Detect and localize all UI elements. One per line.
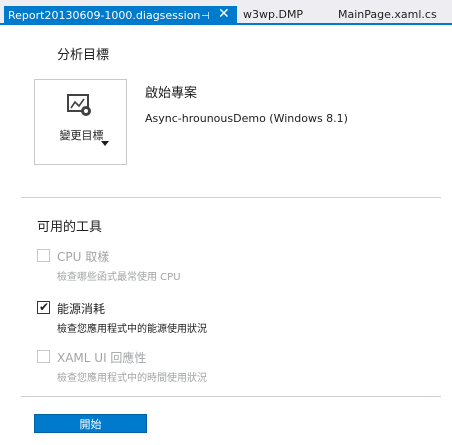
chart-gear-icon	[67, 94, 91, 116]
analysis-target-heading: 分析目標	[57, 48, 110, 63]
cpu-sampling-checkbox	[37, 249, 50, 262]
tool-description: 檢查哪些函式最常使用 CPU	[57, 272, 181, 283]
change-target-button[interactable]: 變更目標	[34, 79, 127, 165]
startup-project-title: 啟始專案	[145, 86, 198, 101]
tool-title: 能源消耗	[57, 302, 106, 316]
start-button[interactable]: 開始	[34, 414, 147, 433]
change-target-label: 變更目標	[59, 129, 104, 142]
section-divider	[21, 396, 441, 397]
tab-w3wp-dmp[interactable]: w3wp.DMP	[243, 6, 303, 23]
section-divider	[21, 197, 441, 198]
diagnostics-hub-page: 分析目標 變更目標 啟始專案 Async-hrounousDemo (Windo…	[0, 27, 452, 445]
tool-description: 檢查您應用程式中的能源使用狀況	[57, 324, 207, 335]
tab-label: w3wp.DMP	[243, 8, 304, 21]
available-tools-heading: 可用的工具	[37, 220, 103, 235]
pin-icon[interactable]: ⊣	[201, 8, 210, 25]
tool-title: XAML UI 回應性	[57, 351, 147, 365]
document-tab-strip: Report20130609-1000.diagsession ⊣ ✕ w3wp…	[0, 0, 452, 25]
tool-description: 檢查您應用程式中的時間使用狀況	[57, 373, 207, 384]
xaml-ui-responsiveness-checkbox	[37, 350, 50, 363]
tab-label: Report20130609-1000.diagsession	[8, 9, 201, 22]
chevron-down-icon	[101, 141, 109, 146]
startup-project-name: Async-hrounousDemo (Windows 8.1)	[145, 112, 348, 125]
energy-consumption-checkbox[interactable]: ✔	[37, 300, 50, 314]
close-icon[interactable]: ✕	[218, 6, 230, 23]
tab-mainpage-xaml-cs[interactable]: MainPage.xaml.cs	[338, 6, 437, 23]
checkmark-icon: ✔	[39, 300, 50, 314]
tool-title: CPU 取樣	[57, 250, 110, 264]
tab-label: MainPage.xaml.cs	[338, 8, 437, 21]
tab-report-diagsession[interactable]: Report20130609-1000.diagsession ⊣ ✕	[4, 6, 237, 25]
